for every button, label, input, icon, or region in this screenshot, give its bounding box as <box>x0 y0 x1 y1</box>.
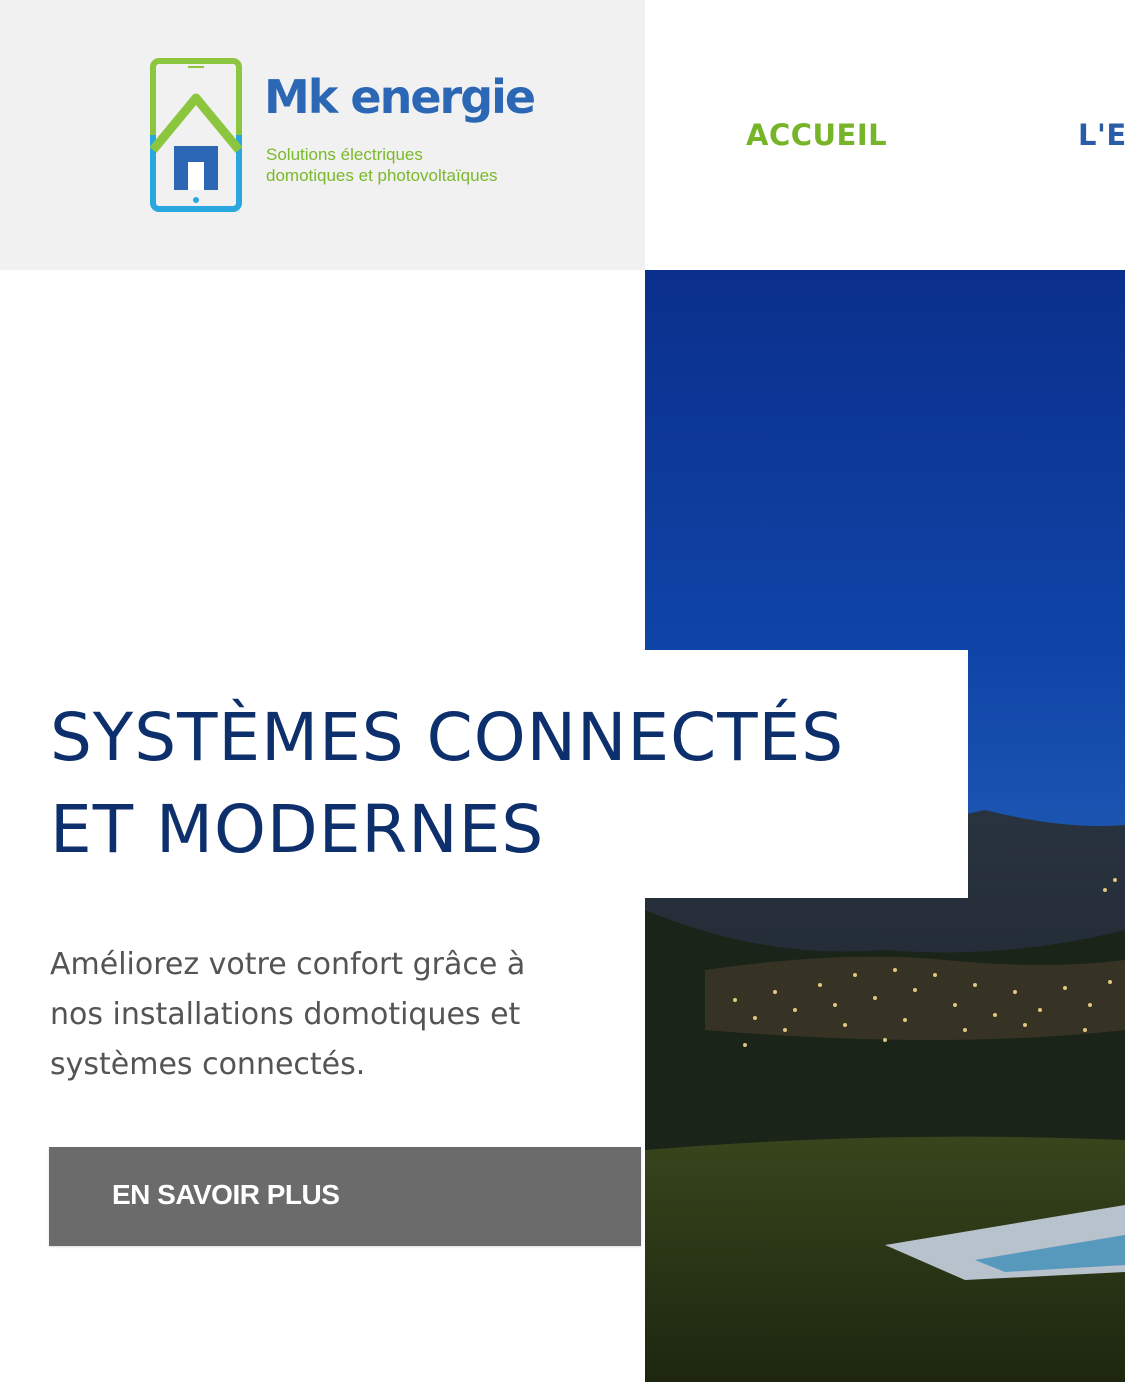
nav-item-entreprise[interactable]: L'EI <box>1078 118 1125 152</box>
brand-tagline: Solutions électriques domotiques et phot… <box>266 144 566 186</box>
hero-description-line: systèmes connectés. <box>50 1047 366 1082</box>
brand-name: Mk energie <box>264 70 536 124</box>
site-logo[interactable]: Mk energie Solutions électriques domotiq… <box>150 58 570 218</box>
hero-title-line: ET MODERNES <box>50 791 545 868</box>
tagline-line: Solutions électriques <box>266 145 423 164</box>
hero-description: Améliorez votre confort grâce à nos inst… <box>50 940 590 1090</box>
hero-title: SYSTÈMES CONNECTÉS ET MODERNES <box>50 692 960 876</box>
nav-item-accueil[interactable]: ACCUEIL <box>746 118 887 152</box>
en-savoir-plus-button[interactable]: EN SAVOIR PLUS <box>49 1147 641 1246</box>
hero-description-line: Améliorez votre confort grâce à <box>50 947 526 982</box>
tagline-line: domotiques et photovoltaïques <box>266 166 498 185</box>
hero-description-line: nos installations domotiques et <box>50 997 521 1032</box>
en-savoir-plus-label: EN SAVOIR PLUS <box>112 1179 340 1210</box>
house-tablet-logo-icon <box>150 58 242 212</box>
hero-title-line: SYSTÈMES CONNECTÉS <box>50 699 845 776</box>
